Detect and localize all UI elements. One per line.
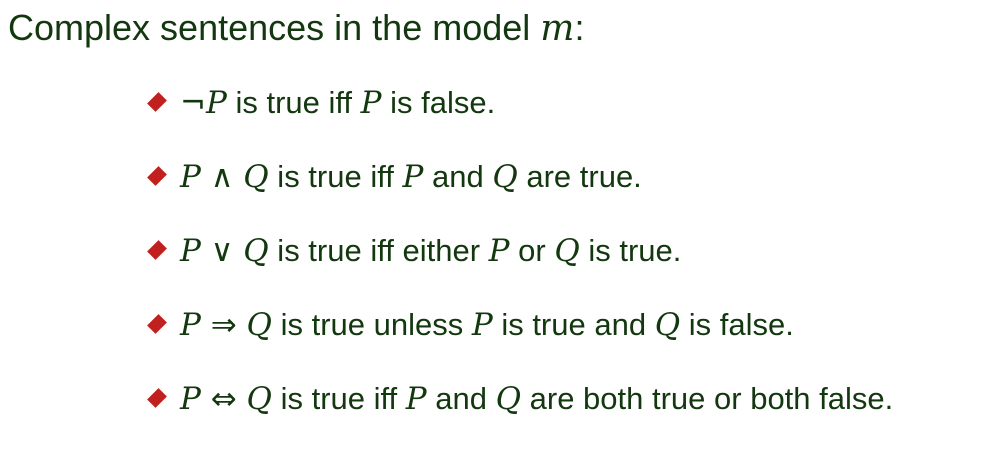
- math-variable: P: [180, 381, 201, 417]
- rule-text: is true iff: [268, 159, 403, 194]
- rule-item: P ⇔ Q is true iff P and Q are both true …: [146, 376, 893, 450]
- rule-text: and: [426, 381, 496, 416]
- rule-text: is true iff: [271, 381, 406, 416]
- rule-text: is false.: [381, 85, 496, 120]
- rule-text: are both true or both false.: [521, 381, 894, 416]
- math-variable: Q: [654, 307, 681, 343]
- rule-item: P ∧ Q is true iff P and Q are true.: [146, 154, 893, 228]
- math-variable: P: [402, 159, 424, 195]
- rules-list: ¬P is true iff P is false. P ∧ Q is true …: [146, 80, 893, 450]
- rule-text: is true unless: [271, 307, 472, 342]
- diamond-bullet-icon: [147, 92, 167, 112]
- logic-operator: ¬: [180, 85, 206, 121]
- logic-operator: ⇒: [200, 307, 247, 343]
- rule-text: is true iff either: [268, 233, 489, 268]
- diamond-bullet-icon: [147, 314, 167, 334]
- title-colon: :: [574, 7, 585, 48]
- logic-operator: ∧: [200, 159, 244, 195]
- rule-item: P ⇒ Q is true unless P is true and Q is …: [146, 302, 893, 376]
- rule-text: and: [423, 159, 493, 194]
- rule-text: is true.: [579, 233, 682, 268]
- rule-item: P ∨ Q is true iff either P or Q is true.: [146, 228, 893, 302]
- rule-text: is true iff: [226, 85, 361, 120]
- rule-item: ¬P is true iff P is false.: [146, 80, 893, 154]
- math-variable: P: [488, 233, 510, 269]
- math-variable: Q: [243, 233, 269, 269]
- math-variable: Q: [492, 159, 518, 195]
- diamond-bullet-icon: [147, 388, 167, 408]
- math-variable: P: [205, 85, 227, 121]
- slide-title: Complex sentences in the model m:: [8, 6, 584, 51]
- math-variable: P: [405, 381, 427, 417]
- math-variable: Q: [243, 159, 269, 195]
- math-variable: P: [180, 307, 201, 343]
- math-variable: P: [471, 307, 493, 343]
- diamond-bullet-icon: [147, 240, 167, 260]
- model-variable: m: [540, 8, 575, 49]
- math-variable: P: [180, 233, 201, 269]
- rule-text: or: [509, 233, 555, 268]
- rule-text: are true.: [517, 159, 642, 194]
- math-variable: Q: [246, 307, 272, 343]
- math-variable: Q: [246, 381, 272, 417]
- math-variable: Q: [495, 381, 522, 417]
- math-variable: Q: [554, 233, 580, 269]
- logic-operator: ⇔: [200, 381, 247, 417]
- rule-text: is false.: [680, 307, 794, 342]
- math-variable: P: [180, 159, 201, 195]
- rule-text: is true and: [492, 307, 655, 342]
- diamond-bullet-icon: [147, 166, 167, 186]
- title-text: Complex sentences in the model: [8, 7, 541, 48]
- math-variable: P: [360, 85, 382, 121]
- logic-operator: ∨: [200, 233, 244, 269]
